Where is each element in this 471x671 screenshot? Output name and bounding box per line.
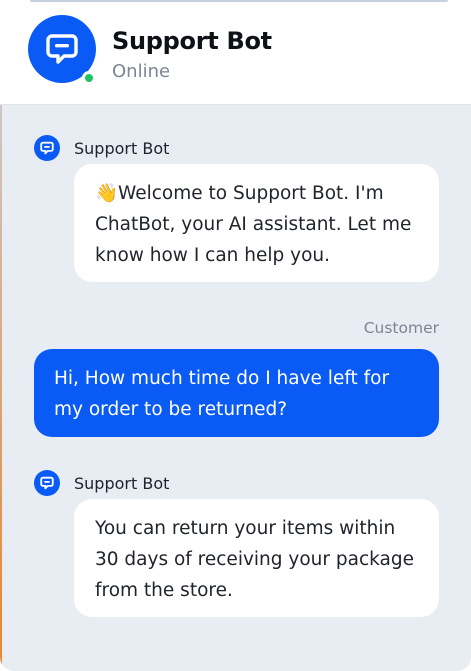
online-status-dot (82, 71, 96, 85)
chat-header: Support Bot Online (0, 0, 471, 105)
bot-avatar-small (34, 135, 60, 161)
bot-avatar-small (34, 470, 60, 496)
customer-sender-label: Customer (363, 319, 439, 337)
sender-name: Support Bot (74, 474, 170, 493)
chat-bubble-icon (40, 141, 54, 155)
bot-status-text: Online (112, 61, 171, 82)
chat-widget: Support Bot Online Support Bot 👋Welcome … (0, 0, 471, 671)
user-message-bubble: Hi, How much time do I have left for my … (34, 349, 439, 437)
bot-message-bubble: 👋Welcome to Support Bot. I'm ChatBot, yo… (74, 164, 439, 282)
bot-message-bubble: You can return your items within 30 days… (74, 499, 439, 617)
chat-bubble-icon (40, 476, 54, 490)
sender-name: Support Bot (74, 139, 170, 158)
top-divider (30, 0, 448, 2)
bot-name-title: Support Bot (112, 27, 272, 55)
chat-bubble-icon (46, 34, 78, 64)
